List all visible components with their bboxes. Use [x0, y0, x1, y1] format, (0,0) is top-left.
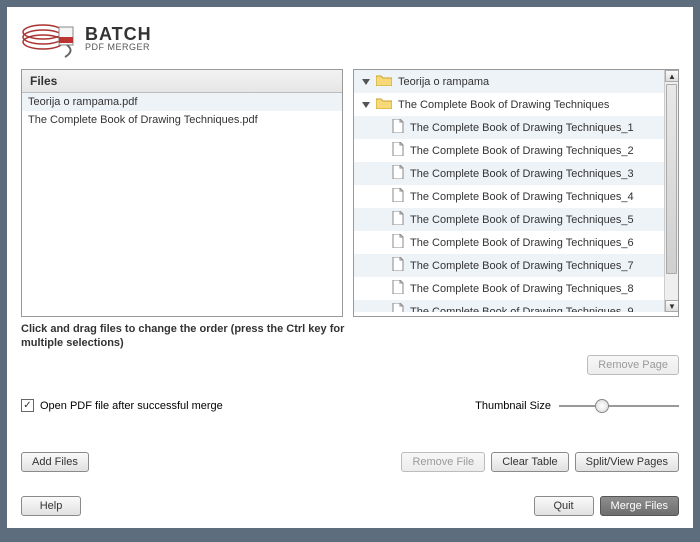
reorder-hint: Click and drag files to change the order… [21, 323, 361, 351]
help-button[interactable]: Help [21, 496, 81, 516]
folder-icon [376, 74, 392, 89]
tree-page[interactable]: The Complete Book of Drawing Techniques_… [354, 254, 664, 277]
tree-page-label: The Complete Book of Drawing Techniques_… [410, 191, 658, 203]
tree-scrollbar[interactable]: ▲ ▼ [664, 70, 678, 312]
open-after-merge-label: Open PDF file after successful merge [40, 400, 223, 412]
page-icon [392, 142, 404, 159]
pages-tree-panel: Teorija o rampama The Complete Book of D… [353, 69, 679, 317]
slider-thumb[interactable] [595, 399, 609, 413]
logo-area: BATCH PDF MERGER [21, 17, 679, 59]
tree-page-label: The Complete Book of Drawing Techniques_… [410, 168, 658, 180]
tree-page[interactable]: The Complete Book of Drawing Techniques_… [354, 185, 664, 208]
tree-folder-label: The Complete Book of Drawing Techniques [398, 99, 658, 111]
thumbnail-size-slider[interactable] [559, 397, 679, 415]
page-icon [392, 119, 404, 136]
tree-page-label: The Complete Book of Drawing Techniques_… [410, 283, 658, 295]
tree-page-label: The Complete Book of Drawing Techniques_… [410, 260, 658, 272]
tree-folder[interactable]: Teorija o rampama [354, 70, 664, 93]
app-title: BATCH [85, 25, 152, 43]
tree-page-label: The Complete Book of Drawing Techniques_… [410, 306, 658, 313]
open-after-merge-checkbox[interactable]: ✓ [21, 399, 34, 412]
expand-icon[interactable] [362, 79, 370, 85]
tree-folder-label: Teorija o rampama [398, 76, 658, 88]
app-logo-icon [21, 17, 79, 59]
app-subtitle: PDF MERGER [85, 43, 152, 52]
pages-tree[interactable]: Teorija o rampama The Complete Book of D… [354, 70, 678, 312]
file-row[interactable]: Teorija o rampama.pdf [22, 93, 342, 111]
split-view-pages-button[interactable]: Split/View Pages [575, 452, 679, 472]
page-icon [392, 257, 404, 274]
page-icon [392, 234, 404, 251]
tree-page[interactable]: The Complete Book of Drawing Techniques_… [354, 162, 664, 185]
tree-page[interactable]: The Complete Book of Drawing Techniques_… [354, 277, 664, 300]
tree-page-label: The Complete Book of Drawing Techniques_… [410, 122, 658, 134]
scroll-up-icon[interactable]: ▲ [665, 70, 678, 82]
clear-table-button[interactable]: Clear Table [491, 452, 568, 472]
tree-page[interactable]: The Complete Book of Drawing Techniques_… [354, 300, 664, 312]
files-list[interactable]: Teorija o rampama.pdf The Complete Book … [22, 93, 342, 316]
page-icon [392, 280, 404, 297]
files-panel-header: Files [22, 70, 342, 93]
tree-page[interactable]: The Complete Book of Drawing Techniques_… [354, 116, 664, 139]
tree-page[interactable]: The Complete Book of Drawing Techniques_… [354, 231, 664, 254]
thumbnail-size-label: Thumbnail Size [475, 400, 551, 412]
app-window: BATCH PDF MERGER Files Teorija o rampama… [7, 7, 693, 528]
page-icon [392, 303, 404, 312]
remove-page-button[interactable]: Remove Page [587, 355, 679, 375]
tree-page[interactable]: The Complete Book of Drawing Techniques_… [354, 208, 664, 231]
tree-folder[interactable]: The Complete Book of Drawing Techniques [354, 93, 664, 116]
page-icon [392, 165, 404, 182]
file-row[interactable]: The Complete Book of Drawing Techniques.… [22, 111, 342, 129]
add-files-button[interactable]: Add Files [21, 452, 89, 472]
page-icon [392, 188, 404, 205]
expand-icon[interactable] [362, 102, 370, 108]
tree-page-label: The Complete Book of Drawing Techniques_… [410, 145, 658, 157]
app-logo-text: BATCH PDF MERGER [85, 25, 152, 52]
merge-files-button[interactable]: Merge Files [600, 496, 679, 516]
tree-page[interactable]: The Complete Book of Drawing Techniques_… [354, 139, 664, 162]
page-icon [392, 211, 404, 228]
tree-page-label: The Complete Book of Drawing Techniques_… [410, 237, 658, 249]
scroll-thumb[interactable] [666, 84, 677, 274]
scroll-down-icon[interactable]: ▼ [665, 300, 678, 312]
tree-page-label: The Complete Book of Drawing Techniques_… [410, 214, 658, 226]
quit-button[interactable]: Quit [534, 496, 594, 516]
files-panel: Files Teorija o rampama.pdf The Complete… [21, 69, 343, 317]
remove-file-button[interactable]: Remove File [401, 452, 485, 472]
folder-icon [376, 97, 392, 112]
